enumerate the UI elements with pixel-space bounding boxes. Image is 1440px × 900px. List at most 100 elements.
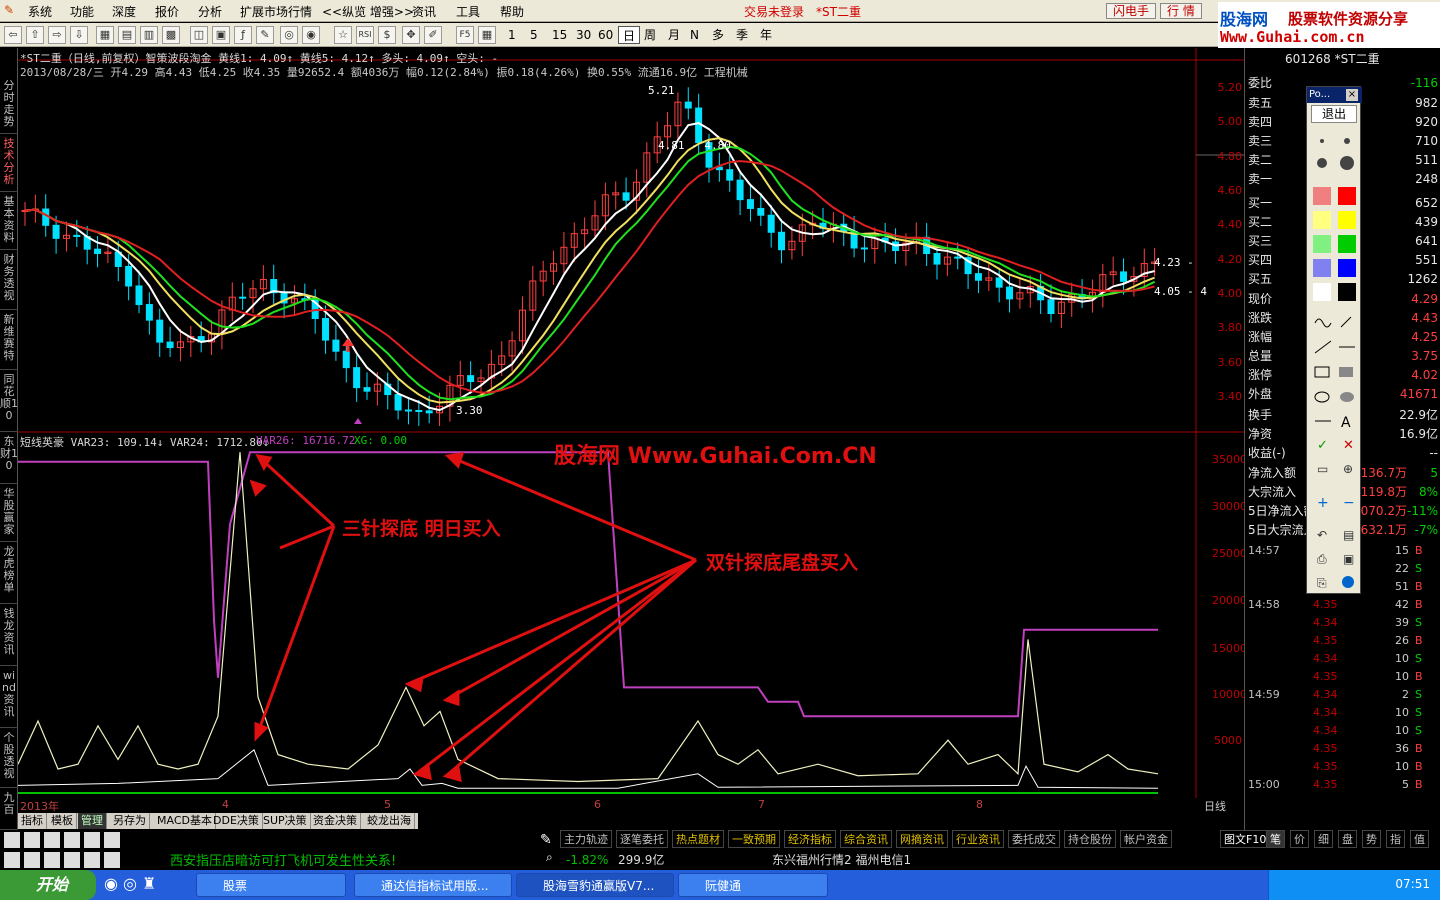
palette-tools[interactable]: A ✓ ✕ ▭ ⊕ + − ↶ ▤ ⎙ ▣ ⎘ [1307,127,1362,597]
rtab-book[interactable]: 盘 [1338,830,1357,848]
rtab-f10[interactable]: 图文F10 [1220,830,1271,848]
btab-deal[interactable]: 委托成交 [1008,830,1060,848]
nav-timeshare[interactable]: 分时走势 [0,78,18,134]
rtab-detail[interactable]: 细 [1314,830,1333,848]
tab-sup[interactable]: SUP决策 [260,813,311,829]
rtab-price[interactable]: 价 [1290,830,1309,848]
draw-icon[interactable]: ✎ [256,26,274,44]
rtab-index[interactable]: 指 [1386,830,1405,848]
nav-stock-view[interactable]: 个股透视 [0,730,18,788]
grid-icon[interactable]: ▣ [212,26,230,44]
dictionary-icon[interactable]: ✎ [540,832,552,848]
menu-news[interactable]: 资讯 [412,3,436,20]
btab-main-track[interactable]: 主力轨迹 [560,830,612,848]
menu-analysis[interactable]: 分析 [198,3,222,20]
find-icon[interactable]: ◉ [302,26,320,44]
table-icon[interactable]: ▤ [118,26,136,44]
grid2-icon[interactable]: ▦ [478,26,496,44]
task-stock[interactable]: 股票 [196,873,346,897]
move-icon[interactable]: ✥ [402,26,420,44]
task-guhai[interactable]: 股海雪豹通赢版V7... [516,873,674,897]
period-week[interactable]: 周 [640,26,660,44]
tab-fund[interactable]: 资金决策 [310,813,361,829]
down-icon[interactable]: ⇩ [70,26,88,44]
menu-depth[interactable]: 深度 [112,3,136,20]
flash-trade-button[interactable]: 闪电手 [1106,3,1157,19]
target-icon[interactable]: ◎ [280,26,298,44]
quicklaunch-icons[interactable]: ◉ ◎ ♜ [104,874,156,893]
task-tdx[interactable]: 通达信指标试用版... [354,873,512,897]
forward-icon[interactable]: ⇧ [26,26,44,44]
f5-icon[interactable]: F5 [456,26,474,44]
start-button[interactable]: 开始 [0,870,96,900]
period-multi[interactable]: 多 [708,26,728,44]
tab-dde[interactable]: DDE决策 [210,813,263,829]
menu-overview[interactable]: <<纵览 增强>> [322,3,414,20]
btab-econ[interactable]: 经济指标 [784,830,836,848]
nav-ths10[interactable]: 同花顺10 [0,372,18,432]
close-icon[interactable]: × [1346,89,1358,101]
list-icon[interactable]: ▦ [96,26,114,44]
menu-function[interactable]: 功能 [70,3,94,20]
nav-xinwei[interactable]: 新维赛特 [0,312,18,370]
btab-industry[interactable]: 行业资讯 [952,830,1004,848]
menu-quote[interactable]: 报价 [155,3,179,20]
nav-finance[interactable]: 财务透视 [0,252,18,310]
menu-system[interactable]: 系统 [28,3,52,20]
period-month[interactable]: 月 [664,26,684,44]
btab-position[interactable]: 持仓股份 [1064,830,1116,848]
nav-jiubai[interactable]: 九百 [0,790,18,830]
period-15min[interactable]: 15 [548,26,571,44]
period-5min[interactable]: 5 [526,26,542,44]
tab-indicator[interactable]: 指标 [18,813,47,829]
tab-jiaolong[interactable]: 蛟龙出海 [364,813,415,829]
menu-help[interactable]: 帮助 [500,3,524,20]
rsi-icon[interactable]: RSI [356,26,374,44]
menu-extended[interactable]: 扩展市场行情 [240,3,312,20]
rtab-tick[interactable]: 笔 [1266,830,1285,848]
btab-news[interactable]: 综合资讯 [840,830,892,848]
nav-longhu[interactable]: 龙虎榜单 [0,544,18,604]
period-n[interactable]: N [686,26,703,44]
btab-web[interactable]: 网摘资讯 [896,830,948,848]
period-1min[interactable]: 1 [504,26,520,44]
btab-order[interactable]: 逐笔委托 [616,830,668,848]
tab-manage[interactable]: 管理 [78,813,107,829]
btab-hot[interactable]: 热点题材 [672,830,724,848]
page-buttons[interactable] [0,830,160,870]
btab-expect[interactable]: 一致预期 [728,830,780,848]
bars-icon[interactable]: ▥ [140,26,158,44]
tab-macd[interactable]: MACD基本 [154,813,216,829]
back-icon[interactable]: ⇦ [4,26,22,44]
nav-qianlong[interactable]: 钱龙资讯 [0,606,18,666]
nav-technical[interactable]: 技术分析 [0,136,18,192]
period-60min[interactable]: 60 [594,26,617,44]
period-quarter[interactable]: 季 [732,26,752,44]
period-year[interactable]: 年 [756,26,776,44]
task-ruanjiantong[interactable]: 阮健通 [678,873,828,897]
up-icon[interactable]: ⇨ [48,26,66,44]
period-30min[interactable]: 30 [572,26,595,44]
nav-dc10[interactable]: 东财10 [0,434,18,484]
chart-area[interactable]: *ST二重（日线,前复权）智策波段淘金 黄线1: 4.09↑ 黄线5: 4.12… [18,48,1247,798]
rtab-value[interactable]: 值 [1410,830,1429,848]
quote-button[interactable]: 行 情 [1160,3,1202,19]
chart-icon[interactable]: ◫ [190,26,208,44]
btab-account[interactable]: 帐户资金 [1120,830,1172,848]
news-ticker[interactable]: 西安指压店暗访可打飞机可发生性关系! [170,850,550,870]
tab-template[interactable]: 模板 [48,813,77,829]
kline-icon[interactable]: ▩ [162,26,180,44]
star-icon[interactable]: ☆ [334,26,352,44]
fx-icon[interactable]: ƒ [234,26,252,44]
money-icon[interactable]: $ [378,26,396,44]
rtab-trend[interactable]: 势 [1362,830,1381,848]
menu-tools[interactable]: 工具 [456,3,480,20]
nav-wind[interactable]: wind资讯 [0,668,18,728]
period-day[interactable]: 日 [618,26,641,44]
palette-exit-button[interactable]: 退出 [1311,105,1357,123]
pencil-icon[interactable]: ✐ [424,26,442,44]
nav-huagu[interactable]: 华股赢家 [0,486,18,542]
drawing-palette[interactable]: Po... × 退出 A ✓ ✕ ▭ ⊕ + − ↶ ▤ ⎙ ▣ ⎘ [1306,86,1362,597]
nav-basic[interactable]: 基本资料 [0,194,18,250]
tab-saveas[interactable]: 另存为 [110,813,150,829]
